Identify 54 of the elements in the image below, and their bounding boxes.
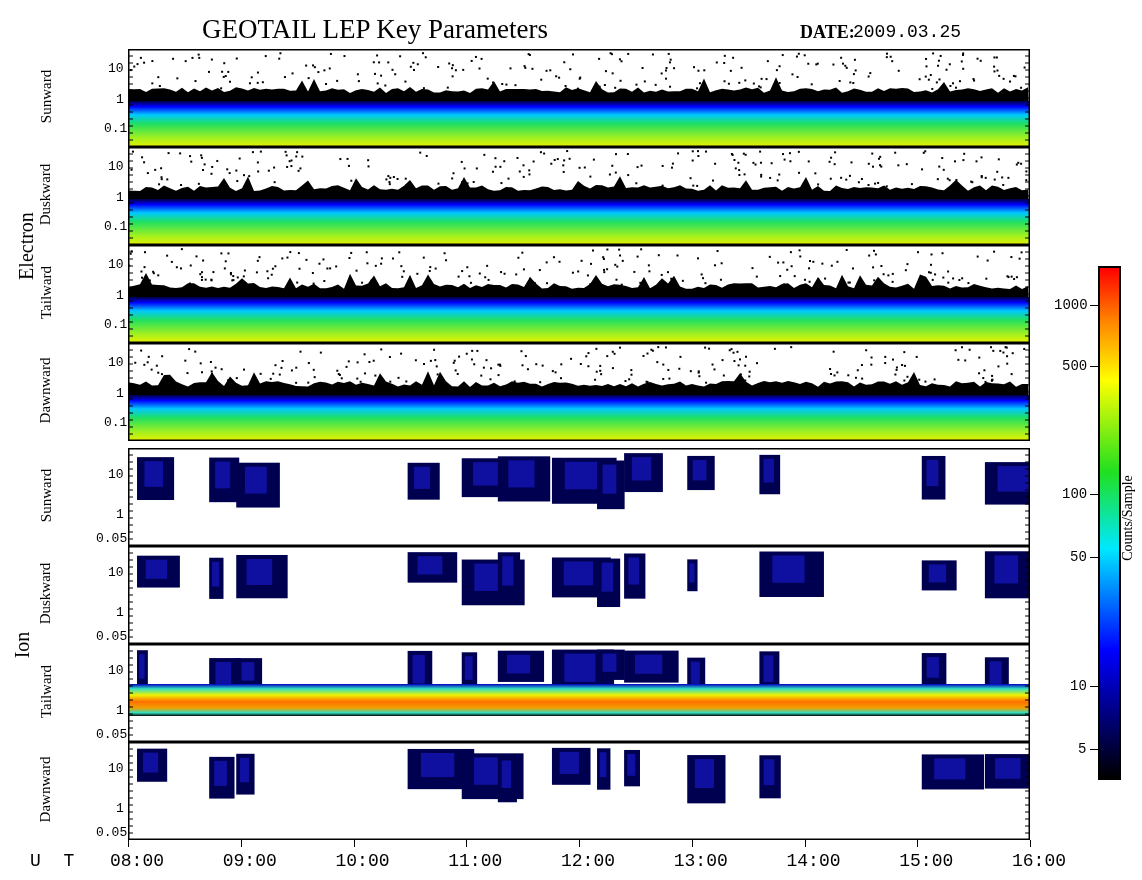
axis-tick-label: 08:00 [110, 852, 164, 870]
panel-label: Sunward [38, 69, 54, 124]
axis-tick-label: 1 [116, 387, 124, 400]
colorbar-tick-label: 500 [1062, 359, 1088, 373]
axis-tick-label: 10:00 [335, 852, 390, 870]
axis-title: U T [30, 852, 81, 870]
axis-tick-label: 0.1 [104, 122, 128, 135]
panel-label: Dawnward [38, 756, 54, 823]
axis-tick-label: 10 [108, 62, 124, 75]
axis-tick-label: 13:00 [673, 852, 728, 870]
axis-tick-label: 10 [108, 664, 124, 677]
axis-tick-label: 1 [116, 704, 124, 717]
panel-label: Tailward [38, 664, 54, 719]
axis-tick-label: 0.05 [96, 630, 128, 643]
axis-tick-label: 12:00 [561, 852, 615, 870]
axis-tick-label: 10 [108, 258, 124, 271]
date-label: DATE: [800, 23, 855, 41]
panel-label: Duskward [38, 562, 54, 625]
date-value: 2009.03.25 [853, 23, 962, 41]
axis-tick-label: 10 [108, 762, 124, 775]
colorbar-tick-label: 1000 [1054, 298, 1088, 312]
axis-tick-label: 15:00 [899, 852, 954, 870]
axis-tick-label: 1 [116, 93, 124, 106]
axis-tick-label: 09:00 [222, 852, 277, 870]
axis-tick-label: 10 [108, 160, 124, 173]
axis-tick-label: 0.05 [96, 532, 128, 545]
axis-tick-label: 10 [108, 468, 124, 481]
colorbar-title: Counts/Sample [1120, 475, 1135, 561]
axis-tick-label: 1 [116, 802, 124, 815]
colorbar-tick-label: 10 [1070, 679, 1087, 693]
axis-tick-label: 0.1 [104, 318, 128, 331]
axis-tick-label: 10 [108, 566, 124, 579]
axis-tick-label: 16:00 [1012, 852, 1066, 870]
colorbar-tick-label: 50 [1070, 550, 1087, 564]
axis-tick-label: 0.05 [96, 728, 128, 741]
axis-tick-label: 10 [108, 356, 124, 369]
axis-tick-label: 14:00 [786, 852, 841, 870]
panel-label: Sunward [38, 468, 54, 523]
axis-tick-label: 0.05 [96, 826, 128, 839]
panel-label: Tailward [38, 265, 54, 320]
axis-tick-label: 1 [116, 289, 124, 302]
axis-tick-label: 1 [116, 606, 124, 619]
axis-tick-label: 1 [116, 508, 124, 521]
axis-tick-label: 0.1 [104, 220, 128, 233]
axis-tick-label: 1 [116, 191, 124, 204]
group-label: Ion [11, 631, 32, 659]
colorbar-tick-label: 5 [1078, 742, 1087, 756]
panel-label: Dawnward [38, 357, 54, 424]
axis-tick-label: 11:00 [448, 852, 503, 870]
colorbar-tick-label: 100 [1062, 487, 1088, 501]
group-label: Electron [15, 212, 36, 280]
axis-tick-label: 0.1 [104, 416, 128, 429]
panel-label: Duskward [38, 163, 54, 226]
chart-title: GEOTAIL LEP Key Parameters [202, 16, 548, 43]
